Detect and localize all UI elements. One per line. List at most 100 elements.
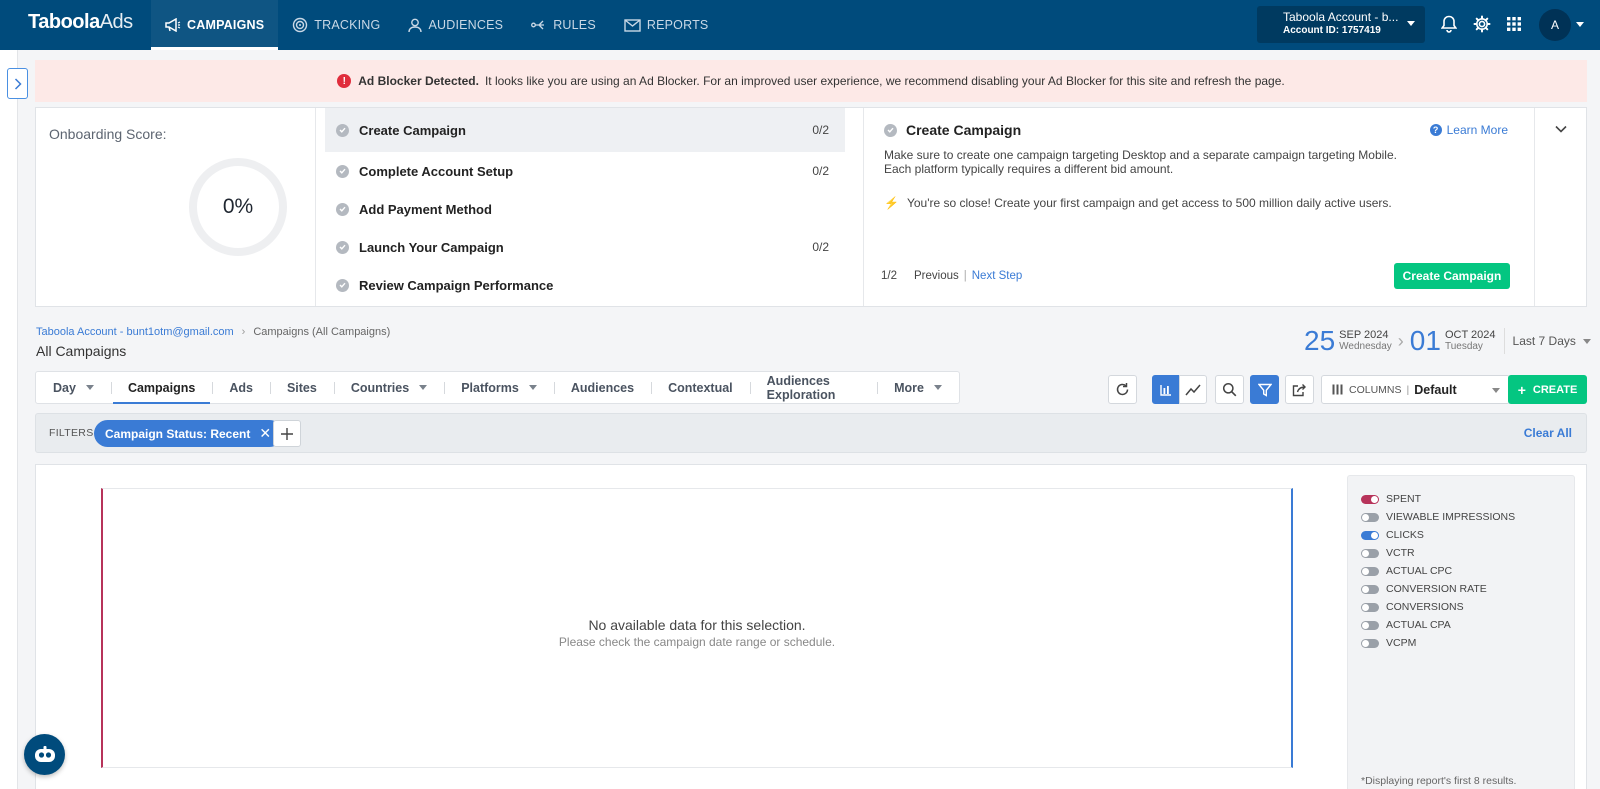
step-complete-account-setup[interactable]: Complete Account Setup 0/2 xyxy=(325,152,845,190)
chevron-down-icon xyxy=(934,385,942,390)
line-chart-icon xyxy=(1185,384,1201,395)
end-month: OCT 2024 xyxy=(1444,329,1496,341)
nav-reports[interactable]: REPORTS xyxy=(610,0,723,50)
detail-description: Make sure to create one campaign targeti… xyxy=(884,148,1397,176)
onboarding-score: Onboarding Score: 0% xyxy=(36,108,316,306)
detail-tip: ⚡ You're so close! Create your first cam… xyxy=(884,196,1392,210)
toggle-switch[interactable] xyxy=(1361,566,1379,576)
metric-clicks[interactable]: CLICKS xyxy=(1361,529,1424,541)
toggle-switch[interactable] xyxy=(1361,494,1379,504)
chevron-down-icon xyxy=(1407,21,1415,26)
nav-audiences[interactable]: AUDIENCES xyxy=(394,0,517,50)
nav-rules[interactable]: RULES xyxy=(517,0,610,50)
end-day: 01 xyxy=(1409,325,1441,356)
previous-link[interactable]: Previous xyxy=(914,270,959,282)
date-range-picker[interactable]: 25 SEP 2024 Wednesday › 01 OCT 2024 Tues… xyxy=(1304,327,1591,355)
plus-icon xyxy=(281,427,293,440)
chatbot-button[interactable] xyxy=(24,734,65,775)
filter-chip-campaign-status[interactable]: Campaign Status: Recent ✕ xyxy=(94,420,284,447)
user-avatar[interactable]: A xyxy=(1539,9,1571,41)
toggle-switch[interactable] xyxy=(1361,530,1379,540)
metric-viewable-impressions[interactable]: VIEWABLE IMPRESSIONS xyxy=(1361,511,1515,523)
pager-count: 1/2 xyxy=(881,270,897,282)
account-name: Taboola Account - b... xyxy=(1283,10,1399,24)
apps-grid-icon[interactable] xyxy=(1506,16,1522,32)
clear-all-link[interactable]: Clear All xyxy=(1524,426,1572,440)
tab-platforms[interactable]: Platforms xyxy=(444,372,554,403)
tab-day[interactable]: Day xyxy=(36,372,111,403)
step-detail: Create Campaign ? Learn More Make sure t… xyxy=(863,108,1526,306)
collapse-panel xyxy=(1534,108,1586,306)
filter-icon xyxy=(1257,383,1272,397)
account-switcher[interactable]: Taboola Account - b... Account ID: 17574… xyxy=(1257,6,1425,43)
metric-actual-cpa[interactable]: ACTUAL CPA xyxy=(1361,619,1451,631)
onboarding-steps: Create Campaign 0/2 Complete Account Set… xyxy=(325,108,845,304)
tab-contextual[interactable]: Contextual xyxy=(651,372,750,403)
tracking-icon xyxy=(293,17,308,33)
refresh-button[interactable] xyxy=(1108,375,1137,404)
start-month: SEP 2024 xyxy=(1339,329,1389,341)
search-button[interactable] xyxy=(1215,375,1244,404)
chevron-down-icon[interactable] xyxy=(1576,22,1584,27)
score-value: 0% xyxy=(222,195,254,218)
columns-selector[interactable]: COLUMNS | Default xyxy=(1321,375,1510,404)
expand-sidebar-button[interactable] xyxy=(7,68,28,99)
gear-icon[interactable] xyxy=(1473,15,1491,33)
metric-actual-cpc[interactable]: ACTUAL CPC xyxy=(1361,565,1452,577)
metric-vctr[interactable]: VCTR xyxy=(1361,547,1415,559)
chatbot-face-icon xyxy=(34,745,55,762)
bell-icon[interactable] xyxy=(1441,15,1457,33)
check-circle-icon xyxy=(336,240,349,254)
check-circle-icon xyxy=(336,123,349,137)
plus-icon: + xyxy=(1517,381,1526,398)
filters-label: FILTERS xyxy=(49,427,94,439)
learn-more-link[interactable]: ? Learn More xyxy=(1429,123,1508,137)
step-launch-your-campaign[interactable]: Launch Your Campaign 0/2 xyxy=(325,228,845,266)
filter-button[interactable] xyxy=(1250,375,1279,404)
metric-vcpm[interactable]: VCPM xyxy=(1361,637,1416,649)
toggle-switch[interactable] xyxy=(1361,548,1379,558)
start-weekday: Wednesday xyxy=(1339,341,1392,352)
columns-value: Default xyxy=(1414,382,1457,397)
toggle-switch[interactable] xyxy=(1361,584,1379,594)
toggle-switch[interactable] xyxy=(1361,620,1379,630)
export-button[interactable] xyxy=(1285,375,1314,404)
taboola-ads-logo[interactable]: TaboolaAds xyxy=(28,11,133,34)
score-ring: 0% xyxy=(189,158,287,256)
line-chart-view-button[interactable] xyxy=(1179,375,1207,404)
search-icon xyxy=(1222,382,1237,397)
step-add-payment-method[interactable]: Add Payment Method xyxy=(325,190,845,228)
close-icon[interactable]: ✕ xyxy=(259,425,271,442)
step-pager: 1/2 Previous | Next Step xyxy=(881,270,1023,282)
tab-countries[interactable]: Countries xyxy=(333,372,444,403)
tab-audiences-exploration[interactable]: Audiences Exploration xyxy=(749,372,877,403)
metric-spent[interactable]: SPENT xyxy=(1361,493,1421,505)
metric-conversions[interactable]: CONVERSIONS xyxy=(1361,601,1464,613)
tab-ads[interactable]: Ads xyxy=(212,372,270,403)
nav-campaigns[interactable]: CAMPAIGNS xyxy=(151,0,279,50)
step-review-campaign-performance[interactable]: Review Campaign Performance xyxy=(325,266,845,304)
next-step-link[interactable]: Next Step xyxy=(972,270,1023,282)
toggle-switch[interactable] xyxy=(1361,602,1379,612)
tab-sites[interactable]: Sites xyxy=(269,372,334,403)
check-circle-icon xyxy=(336,278,349,292)
nav-tracking[interactable]: TRACKING xyxy=(278,0,394,50)
tab-audiences[interactable]: Audiences xyxy=(553,372,651,403)
create-button[interactable]: + CREATE xyxy=(1508,375,1587,404)
breadcrumb-current: Campaigns (All Campaigns) xyxy=(253,326,391,338)
toggle-switch[interactable] xyxy=(1361,512,1379,522)
top-navigation-bar: TaboolaAds CAMPAIGNS TRACKING AUDIENCES … xyxy=(0,0,1600,50)
performance-chart-card: No available data for this selection. Pl… xyxy=(35,464,1587,789)
step-create-campaign[interactable]: Create Campaign 0/2 xyxy=(325,108,845,152)
add-filter-button[interactable] xyxy=(273,420,301,447)
bar-chart-view-button[interactable] xyxy=(1152,375,1180,404)
date-preset-dropdown[interactable]: Last 7 Days xyxy=(1513,334,1591,348)
lightning-icon: ⚡ xyxy=(884,196,899,210)
tab-more[interactable]: More xyxy=(877,372,959,403)
toggle-switch[interactable] xyxy=(1361,638,1379,648)
tab-campaigns[interactable]: Campaigns xyxy=(110,372,212,404)
breadcrumb-account[interactable]: Taboola Account - bunt1otm@gmail.com xyxy=(36,326,234,338)
create-campaign-button[interactable]: Create Campaign xyxy=(1394,263,1510,289)
chevron-down-icon[interactable] xyxy=(1555,125,1567,133)
metric-conversion-rate[interactable]: CONVERSION RATE xyxy=(1361,583,1487,595)
